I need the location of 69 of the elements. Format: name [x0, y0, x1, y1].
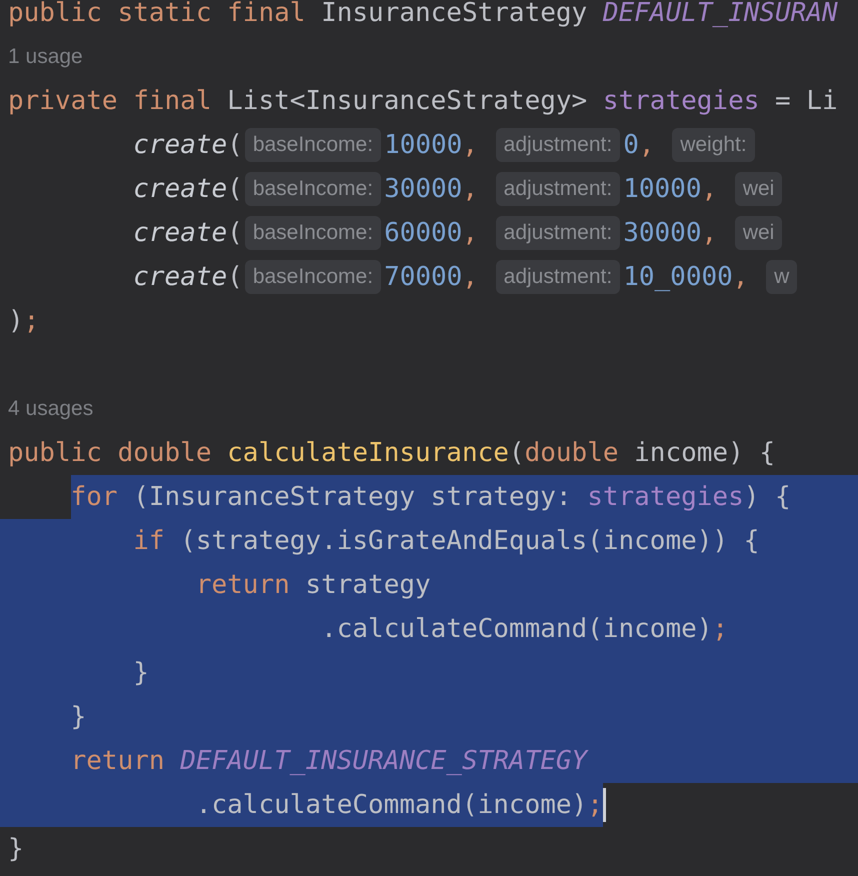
field-name: strategies [587, 482, 744, 512]
code-text: = Li [775, 86, 838, 116]
usage-count[interactable]: 4 usages [8, 397, 94, 421]
method-call: create [133, 262, 228, 292]
code-text: (strategy.isGrateAndEquals(income)) { [180, 526, 760, 556]
punctuation: , [702, 174, 718, 204]
code-text: ( [227, 218, 243, 248]
inlay-hint: adjustment: [496, 216, 620, 250]
number-literal: 0 [623, 130, 639, 160]
punctuation: , [732, 262, 750, 292]
number-literal: 30000 [623, 218, 702, 248]
inlay-hint: baseIncome: [244, 216, 382, 250]
inlay-hint: w [766, 260, 798, 294]
code-text: InsuranceStrategy [321, 0, 588, 28]
method-call: create [133, 174, 228, 204]
punctuation: , [702, 218, 718, 248]
code-text: ( [227, 262, 243, 292]
punctuation: , [462, 174, 479, 204]
inlay-hint: adjustment: [496, 260, 620, 294]
keyword: for [70, 482, 118, 512]
punctuation: , [638, 130, 656, 160]
inlay-hint: baseIncome: [244, 172, 382, 206]
method-call: create [133, 218, 228, 248]
constant-name: DEFAULT_INSURAN [602, 0, 838, 28]
code-text: ( [227, 174, 243, 204]
inlay-hint: weight: [672, 128, 755, 162]
number-literal: 60000 [384, 218, 462, 248]
number-literal: 10000 [623, 174, 702, 204]
code-text: strategy [305, 570, 431, 600]
keyword: private final [8, 86, 212, 116]
number-literal: 10000 [384, 130, 462, 160]
method-name: calculateInsurance [227, 438, 509, 468]
number-literal: 10_0000 [623, 262, 733, 292]
inlay-hint: baseIncome: [244, 260, 382, 294]
code-text: .calculateCommand(income) [196, 790, 588, 820]
code-text: .calculateCommand(income) [321, 614, 712, 644]
keyword: return [70, 746, 166, 776]
punctuation: ; [24, 306, 40, 336]
code-text: ) { [744, 482, 791, 512]
keyword: public static final [8, 0, 306, 28]
inlay-hint: wei [734, 172, 782, 206]
code-text: } [133, 658, 149, 688]
inlay-hint: wei [734, 216, 782, 250]
constant-name: DEFAULT_INSURANCE_STRATEGY [180, 746, 588, 776]
code-text: } [8, 834, 24, 864]
inlay-hint: adjustment: [496, 172, 620, 206]
inlay-hint: baseIncome: [244, 128, 382, 162]
punctuation: , [462, 262, 479, 292]
punctuation: ; [587, 790, 603, 820]
code-text: } [70, 702, 86, 732]
keyword: public double [8, 438, 212, 468]
keyword: return [196, 570, 290, 600]
code-text: ) [8, 306, 24, 336]
code-text: List<InsuranceStrategy> [227, 86, 588, 116]
punctuation: , [462, 130, 479, 160]
code-text: (InsuranceStrategy strategy: [133, 482, 573, 512]
keyword: double [524, 438, 618, 468]
number-literal: 70000 [384, 262, 462, 292]
punctuation: ; [712, 614, 728, 644]
code-text: income) { [634, 438, 776, 468]
keyword: if [133, 526, 165, 556]
code-text: ( [227, 130, 243, 160]
number-literal: 30000 [384, 174, 462, 204]
code-text: ( [508, 438, 525, 468]
field-name: strategies [602, 86, 760, 116]
usage-count[interactable]: 1 usage [8, 45, 83, 69]
punctuation: , [462, 218, 479, 248]
method-call: create [133, 130, 228, 160]
inlay-hint: adjustment: [496, 128, 620, 162]
